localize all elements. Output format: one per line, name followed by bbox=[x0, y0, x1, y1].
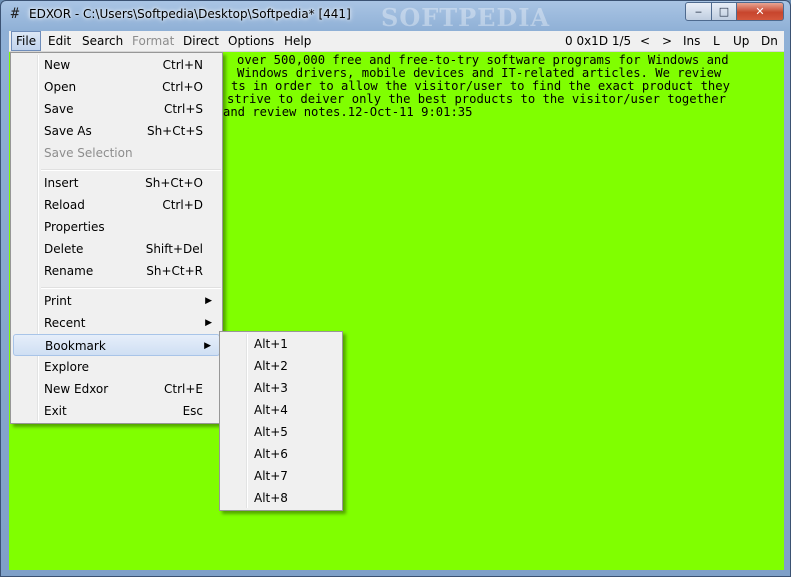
bookmark-item-8[interactable]: Alt+8 bbox=[222, 487, 340, 509]
next-button[interactable]: > bbox=[658, 31, 676, 51]
menu-direct[interactable]: Direct bbox=[179, 31, 223, 51]
file-menu-dropdown: New Ctrl+N Open Ctrl+O Save Ctrl+S Save As S… bbox=[10, 52, 223, 424]
menu-item-open[interactable]: Open Ctrl+O bbox=[13, 76, 220, 98]
menu-separator bbox=[41, 169, 221, 171]
menu-help[interactable]: Help bbox=[280, 31, 315, 51]
submenu-arrow-icon: ▶ bbox=[204, 341, 211, 351]
menu-search[interactable]: Search bbox=[78, 31, 127, 51]
menu-item-save-selection[interactable]: Save Selection bbox=[13, 142, 220, 164]
submenu-arrow-icon: ▶ bbox=[205, 296, 212, 306]
menu-options[interactable]: Options bbox=[224, 31, 278, 51]
bookmark-item-1[interactable]: Alt+1 bbox=[222, 333, 340, 355]
page-down-button[interactable]: Dn bbox=[757, 31, 782, 51]
app-window: # EDXOR - C:\Users\Softpedia\Desktop\Sof… bbox=[0, 0, 791, 577]
menu-item-recent[interactable]: Recent ▶ bbox=[13, 312, 220, 334]
watermark-logo: SOFTPEDIA bbox=[381, 3, 551, 32]
bookmark-item-3[interactable]: Alt+3 bbox=[222, 377, 340, 399]
maximize-button[interactable]: □ bbox=[711, 2, 737, 21]
submenu-arrow-icon: ▶ bbox=[205, 318, 212, 328]
menu-edit[interactable]: Edit bbox=[44, 31, 75, 51]
menu-item-exit[interactable]: Exit Esc bbox=[13, 400, 220, 422]
prev-button[interactable]: < bbox=[636, 31, 654, 51]
bookmark-item-5[interactable]: Alt+5 bbox=[222, 421, 340, 443]
menu-item-rename[interactable]: Rename Sh+Ct+R bbox=[13, 260, 220, 282]
menu-bar: File Edit Search Format Direct Options H… bbox=[9, 31, 784, 52]
menu-item-bookmark[interactable]: Bookmark ▶ bbox=[13, 334, 220, 356]
cursor-position-status: 0 0x1D 1/5 bbox=[565, 34, 632, 48]
menu-item-print[interactable]: Print ▶ bbox=[13, 290, 220, 312]
editor-line: and review notes.12-Oct-11 9:01:35 bbox=[223, 105, 473, 119]
menu-separator bbox=[41, 287, 221, 289]
page-up-button[interactable]: Up bbox=[729, 31, 753, 51]
menu-item-insert[interactable]: Insert Sh+Ct+O bbox=[13, 172, 220, 194]
menu-item-delete[interactable]: Delete Shift+Del bbox=[13, 238, 220, 260]
line-mode-toggle[interactable]: L bbox=[709, 31, 724, 51]
menu-item-new[interactable]: New Ctrl+N bbox=[13, 54, 220, 76]
window-title: EDXOR - C:\Users\Softpedia\Desktop\Softp… bbox=[29, 7, 351, 21]
bookmark-item-6[interactable]: Alt+6 bbox=[222, 443, 340, 465]
close-button[interactable]: ✕ bbox=[736, 2, 784, 21]
menu-item-reload[interactable]: Reload Ctrl+D bbox=[13, 194, 220, 216]
insert-mode-toggle[interactable]: Ins bbox=[679, 31, 704, 51]
grid-icon: # bbox=[10, 6, 20, 22]
bookmark-submenu: Alt+1 Alt+2 Alt+3 Alt+4 Alt+5 Alt+6 Alt+… bbox=[219, 331, 343, 511]
bookmark-item-7[interactable]: Alt+7 bbox=[222, 465, 340, 487]
bookmark-item-4[interactable]: Alt+4 bbox=[222, 399, 340, 421]
title-bar[interactable]: # EDXOR - C:\Users\Softpedia\Desktop\Sof… bbox=[1, 1, 790, 32]
menu-item-explore[interactable]: Explore bbox=[13, 356, 220, 378]
menu-item-save-as[interactable]: Save As Sh+Ct+S bbox=[13, 120, 220, 142]
minimize-button[interactable]: ‒ bbox=[685, 2, 712, 21]
menu-item-new-edxor[interactable]: New Edxor Ctrl+E bbox=[13, 378, 220, 400]
menu-item-save[interactable]: Save Ctrl+S bbox=[13, 98, 220, 120]
menu-item-properties[interactable]: Properties bbox=[13, 216, 220, 238]
menu-format[interactable]: Format bbox=[128, 31, 178, 51]
bookmark-item-2[interactable]: Alt+2 bbox=[222, 355, 340, 377]
menu-file[interactable]: File bbox=[11, 31, 42, 51]
